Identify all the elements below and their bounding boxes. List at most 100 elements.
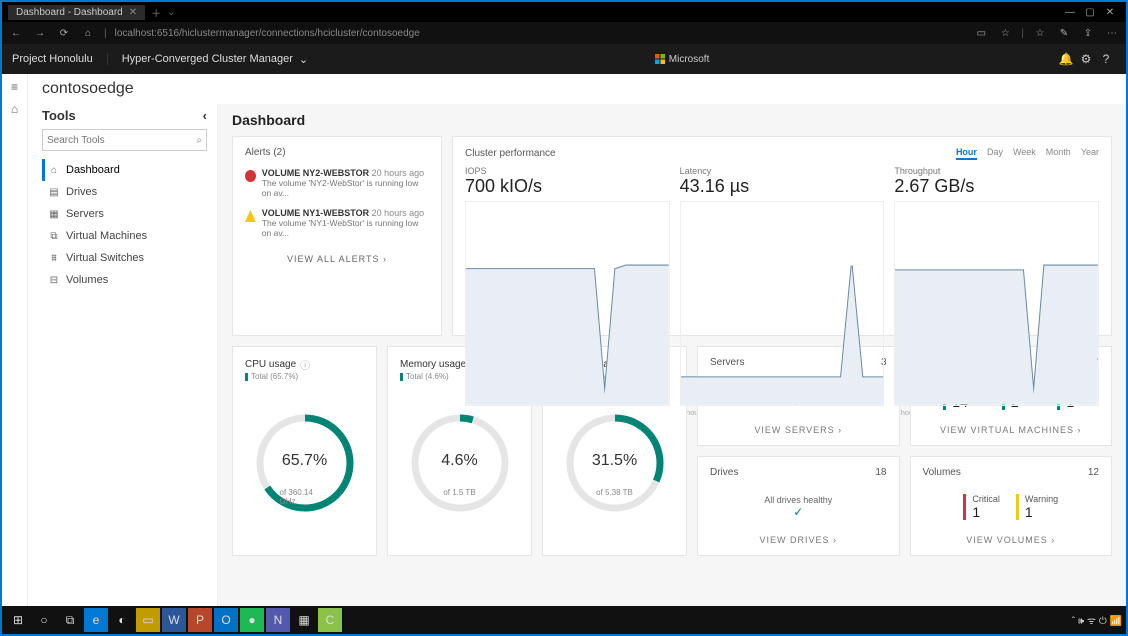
chrome-icon[interactable]: ◐ [110,608,134,632]
window-minimize-button[interactable]: — [1060,7,1080,18]
onenote-icon[interactable]: N [266,608,290,632]
volumes-card: Volumes12 Critical1Warning1 VIEW VOLUMES… [910,456,1113,556]
favorite-icon[interactable]: ☆ [997,28,1013,39]
favorites-icon[interactable]: ☆ [1032,28,1048,39]
search-icon: ⌕ [196,135,202,146]
perf-tab-year[interactable]: Year [1081,147,1099,160]
chevron-down-icon[interactable]: ⌄ [167,7,175,18]
sidebar-item-servers[interactable]: ▦ Servers [42,203,217,225]
sidebar-item-virtual-machines[interactable]: ⧉Virtual Machines [42,225,217,247]
sidebar-item-volumes[interactable]: ⊟Volumes [42,269,217,291]
project-name[interactable]: Project Honolulu [12,53,108,65]
warning-icon [245,210,256,222]
windows-taskbar: ⊞ ○ ⧉ e ◐ ▭ W P O ● N ▦ C ˆ 🕪 ᯤ ⏻ 📶 [2,606,1126,634]
notifications-icon[interactable]: 🔔 [1056,52,1076,66]
perf-tab-week[interactable]: Week [1013,147,1036,160]
sidebar-item-label: Servers [66,208,104,220]
stat-critical: Critical1 [963,494,1000,520]
view-drives-link[interactable]: VIEW DRIVES › [710,535,887,545]
perf-latency: Latency43.16 µs1 hour agoNow [680,166,885,417]
sidebar-item-label: Drives [66,186,97,198]
sidebar-item-label: Virtual Switches [66,252,144,264]
perf-throughput: Throughput2.67 GB/s1 hour agoNow [894,166,1099,417]
alert-title: VOLUME NY1-WEBSTOR 20 hours ago [262,208,429,218]
nav-icon: ⊟ [48,275,60,286]
drives-title: Drives [710,467,738,478]
start-button[interactable]: ⊞ [6,608,30,632]
alert-item[interactable]: VOLUME NY1-WEBSTOR 20 hours agoThe volum… [245,208,429,238]
alert-desc: The volume 'NY1-WebStor' is running low … [262,218,429,238]
perf-tab-month[interactable]: Month [1046,147,1071,160]
app-brand-bar: Project Honolulu Hyper-Converged Cluster… [2,44,1126,74]
explorer-icon[interactable]: ▭ [136,608,160,632]
word-icon[interactable]: W [162,608,186,632]
search-tools-input[interactable] [47,135,196,146]
gauge-value: 31.5% [592,452,637,470]
tab-title: Dashboard - Dashboard [16,7,123,18]
collapse-sidebar-icon[interactable]: ‹ [203,108,207,123]
view-servers-link[interactable]: VIEW SERVERS › [710,425,887,435]
tools-sidebar: Tools ‹ ⌕ ⌂Dashboard▤Drives▦Servers⧉Virt… [28,104,218,606]
sparkline [465,201,670,406]
url-field[interactable]: localhost:6516/hiclustermanager/connecti… [115,28,966,39]
reading-mode-icon[interactable]: ▭ [973,28,989,39]
window-close-button[interactable]: ✕ [1100,7,1120,18]
edge-icon[interactable]: e [84,608,108,632]
check-icon: ✓ [793,505,803,519]
hamburger-icon[interactable]: ≡ [11,80,18,94]
view-all-alerts-link[interactable]: VIEW ALL ALERTS › [245,254,429,264]
more-icon[interactable]: ⋯ [1104,28,1120,39]
perf-value: 43.16 µs [680,176,885,197]
home-button[interactable]: ⌂ [80,28,96,39]
nav-rail: ≡ ⌂ [2,74,28,606]
drives-count: 18 [875,467,886,478]
forward-button[interactable]: → [32,28,48,39]
outlook-icon[interactable]: O [214,608,238,632]
refresh-button[interactable]: ⟳ [56,28,72,39]
perf-tab-hour[interactable]: Hour [956,147,977,160]
error-icon [245,170,256,182]
share-icon[interactable]: ⇪ [1080,28,1096,39]
perf-tab-day[interactable]: Day [987,147,1003,160]
settings-icon[interactable]: ⚙ [1076,52,1096,66]
alerts-card: Alerts (2) VOLUME NY2-WEBSTOR 20 hours a… [232,136,442,336]
nav-icon: ⌂ [48,165,60,176]
task-view-button[interactable]: ⧉ [58,608,82,632]
pen-icon[interactable]: ✎ [1056,28,1072,39]
volumes-count: 12 [1088,467,1099,478]
gauge-sub: of 360.14 GHz [280,488,330,506]
nav-icon: ⩩ [48,253,60,264]
program-icon[interactable]: ▦ [292,608,316,632]
help-icon[interactable]: ? [1096,52,1116,66]
spotify-icon[interactable]: ● [240,608,264,632]
cluster-manager-dropdown[interactable]: Hyper-Converged Cluster Manager ⌄ [122,53,308,66]
sidebar-item-drives[interactable]: ▤Drives [42,181,217,203]
browser-tab[interactable]: Dashboard - Dashboard ✕ [8,5,145,20]
view-vms-link[interactable]: VIEW VIRTUAL MACHINES › [923,425,1100,435]
window-maximize-button[interactable]: ▢ [1080,7,1100,18]
home-icon[interactable]: ⌂ [11,102,18,116]
view-volumes-link[interactable]: VIEW VOLUMES › [923,535,1100,545]
gauge-sub: of 5.38 TB [596,488,633,497]
gauge-title: CPU usage ⓘ [245,357,364,372]
alert-desc: The volume 'NY2-WebStor' is running low … [262,178,429,198]
stat-warning: Warning1 [1016,494,1058,520]
alert-item[interactable]: VOLUME NY2-WEBSTOR 20 hours agoThe volum… [245,168,429,198]
back-button[interactable]: ← [8,28,24,39]
close-tab-icon[interactable]: ✕ [129,7,137,18]
nav-icon: ▦ [48,209,60,220]
camtasia-icon[interactable]: C [318,608,342,632]
sidebar-item-virtual-switches[interactable]: ⩩ Virtual Switches [42,247,217,269]
new-tab-button[interactable]: ＋ [151,5,161,20]
donut-chart: 65.7% of 360.14 GHz [255,413,355,513]
cortana-button[interactable]: ○ [32,608,56,632]
sidebar-item-dashboard[interactable]: ⌂Dashboard [42,159,217,181]
info-icon[interactable]: ⓘ [300,357,310,372]
tray-icons[interactable]: ˆ 🕪 ᯤ ⏻ 📶 [1072,613,1122,627]
perf-value: 700 kIO/s [465,176,670,197]
cluster-performance-card: Cluster performance HourDayWeekMonthYear… [452,136,1112,336]
powerpoint-icon[interactable]: P [188,608,212,632]
search-tools-box[interactable]: ⌕ [42,129,207,151]
alerts-header: Alerts (2) [245,147,429,158]
gauge-value: 65.7% [282,452,327,470]
